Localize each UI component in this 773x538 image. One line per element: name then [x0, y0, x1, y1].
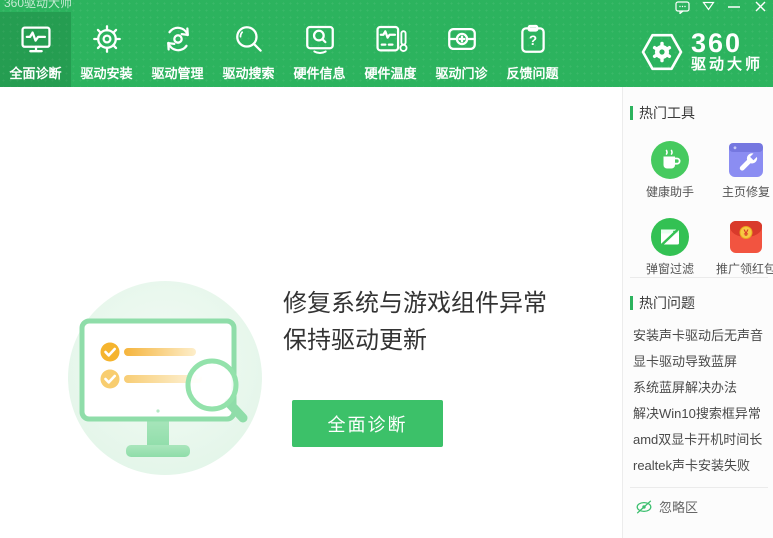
menu-button[interactable] — [695, 0, 721, 15]
brand-text: 360 驱动大师 — [690, 28, 763, 73]
refresh-icon — [160, 21, 196, 57]
question-link[interactable]: realtek声卡安装失败 — [633, 453, 773, 479]
question-link[interactable]: 解决Win10搜索框异常 — [633, 401, 773, 427]
tab-hardware-info[interactable]: 硬件信息 — [284, 12, 355, 87]
minimize-button[interactable] — [721, 0, 747, 15]
tab-driver-search[interactable]: 驱动搜索 — [213, 12, 284, 87]
tab-feedback[interactable]: ? 反馈问题 — [497, 12, 568, 87]
gear-icon — [89, 21, 125, 57]
accent-bar — [630, 296, 633, 310]
tab-label: 驱动搜索 — [222, 66, 275, 81]
full-diagnosis-button[interactable]: 全面诊断 — [292, 400, 443, 447]
svg-text:?: ? — [528, 33, 536, 48]
tab-driver-manage[interactable]: 驱动管理 — [142, 12, 213, 87]
tool-red-packet[interactable]: ¥ 推广领红包 — [708, 218, 773, 277]
tool-health-assistant[interactable]: 健康助手 — [632, 141, 708, 200]
tab-label: 驱动管理 — [151, 66, 204, 81]
chat-bubble-icon — [674, 1, 690, 14]
window-title: 360驱动大师 — [4, 0, 73, 10]
homepage-wrench-icon — [729, 143, 763, 177]
header-bar: 360驱动大师 全面诊断 驱动安装 驱动管理 驱动搜索 硬件信息 硬件温度 驱动… — [0, 0, 773, 87]
clipboard-question-icon: ? — [515, 21, 551, 57]
minimize-icon — [728, 6, 740, 8]
tab-driver-install[interactable]: 驱动安装 — [71, 12, 142, 87]
triangle-down-icon — [701, 1, 715, 11]
brand-360: 360 — [690, 28, 743, 58]
sidebar-divider — [630, 487, 768, 488]
question-link[interactable]: 安装声卡驱动后无声音 — [633, 323, 773, 349]
monitor-pulse-icon — [18, 21, 54, 57]
close-icon — [755, 1, 765, 12]
question-link[interactable]: amd双显卡开机时间长 — [633, 427, 773, 453]
ignore-zone-label: 忽略区 — [659, 500, 699, 515]
tool-label: 健康助手 — [645, 185, 694, 199]
tool-homepage-repair[interactable]: 主页修复 — [708, 141, 773, 200]
question-link[interactable]: 显卡驱动导致蓝屏 — [633, 349, 773, 375]
main-content: 修复系统与游戏组件异常 保持驱动更新 全面诊断 — [0, 87, 622, 538]
tab-label: 反馈问题 — [506, 66, 559, 81]
tab-label: 驱动安装 — [80, 66, 133, 81]
hero-headline: 修复系统与游戏组件异常 保持驱动更新 — [283, 285, 547, 359]
question-link[interactable]: 系统蓝屏解决办法 — [633, 375, 773, 401]
diagnosis-illustration — [68, 281, 262, 475]
tab-label: 全面诊断 — [9, 66, 62, 81]
headline-line1: 修复系统与游戏组件异常 — [283, 290, 547, 317]
thermometer-icon — [373, 21, 409, 57]
tool-popup-filter[interactable]: 弹窗过滤 — [632, 218, 708, 277]
sidebar-divider — [630, 277, 768, 278]
search-icon — [231, 21, 267, 57]
hot-tools-header: 热门工具 — [630, 103, 695, 123]
hexagon-gear-logo-icon — [641, 33, 683, 71]
app-window: 360驱动大师 全面诊断 驱动安装 驱动管理 驱动搜索 硬件信息 硬件温度 驱动… — [0, 0, 773, 538]
tab-label: 硬件温度 — [364, 66, 417, 81]
accent-bar — [630, 106, 633, 120]
tab-label: 驱动门诊 — [435, 66, 488, 81]
health-cup-icon — [651, 141, 689, 179]
ignore-zone-button[interactable]: 忽略区 — [635, 497, 698, 516]
tab-driver-clinic[interactable]: 驱动门诊 — [426, 12, 497, 87]
eye-slash-icon — [636, 500, 652, 513]
svg-text:¥: ¥ — [743, 228, 748, 238]
window-controls — [669, 0, 773, 15]
feedback-bubble-button[interactable] — [669, 0, 695, 15]
toolbar-tabs: 全面诊断 驱动安装 驱动管理 驱动搜索 硬件信息 硬件温度 驱动门诊 ? 反馈问… — [0, 12, 568, 87]
close-button[interactable] — [747, 0, 773, 15]
headline-line2: 保持驱动更新 — [283, 327, 427, 354]
tool-label: 主页修复 — [721, 185, 770, 199]
brand-subtitle: 驱动大师 — [690, 56, 763, 73]
tool-label: 推广领红包 — [715, 262, 773, 276]
tab-label: 硬件信息 — [293, 66, 346, 81]
popup-blocked-icon — [651, 218, 689, 256]
monitor-search-icon — [302, 21, 338, 57]
hot-questions-header: 热门问题 — [630, 293, 695, 313]
tab-full-diagnosis[interactable]: 全面诊断 — [0, 12, 71, 87]
first-aid-icon — [444, 21, 480, 57]
sidebar: 热门工具 健康助手 主页修复 弹窗过滤 ¥ 推广领红包 热门问题 安装声卡驱动后… — [622, 87, 773, 538]
hot-question-list: 安装声卡驱动后无声音 显卡驱动导致蓝屏 系统蓝屏解决办法 解决Win10搜索框异… — [633, 323, 773, 479]
tool-label: 弹窗过滤 — [645, 262, 694, 276]
tab-hardware-temp[interactable]: 硬件温度 — [355, 12, 426, 87]
brand-logo: 360 驱动大师 — [640, 30, 763, 74]
red-packet-icon: ¥ — [730, 220, 762, 253]
